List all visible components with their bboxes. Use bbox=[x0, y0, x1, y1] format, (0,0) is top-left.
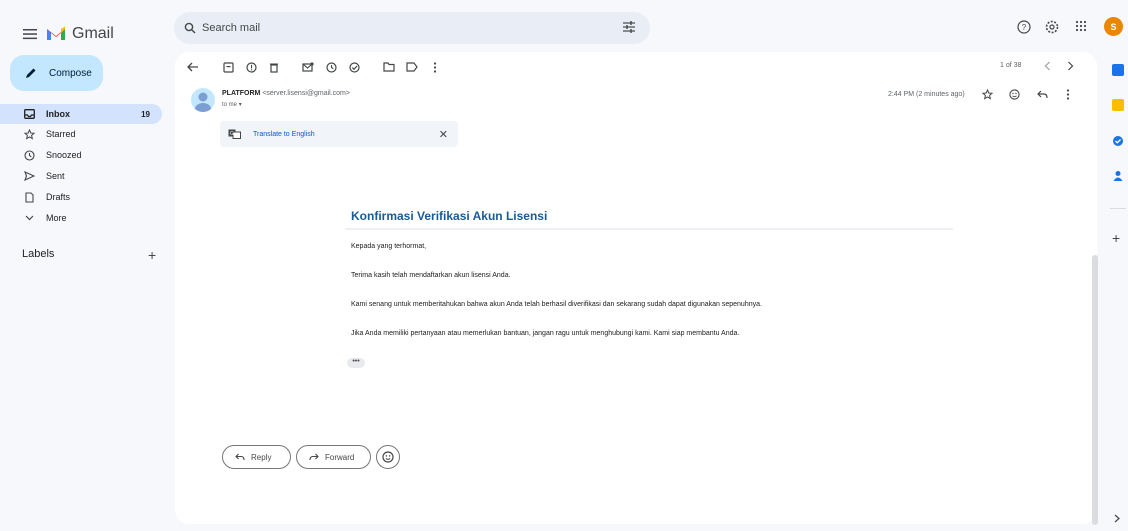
main-menu-icon[interactable] bbox=[20, 24, 40, 44]
compose-button[interactable]: Compose bbox=[10, 55, 103, 91]
email-paragraph: Kepada yang terhormat, bbox=[351, 243, 427, 250]
get-addons-plus-icon[interactable]: + bbox=[1112, 230, 1120, 246]
emoji-icon bbox=[382, 451, 394, 463]
chevron-right-icon[interactable] bbox=[1067, 61, 1074, 71]
search-icon[interactable] bbox=[184, 22, 196, 34]
label-tag-icon[interactable] bbox=[405, 60, 419, 74]
sidebar-item-label: Snoozed bbox=[46, 150, 82, 160]
inbox-icon bbox=[22, 109, 36, 119]
person-icon bbox=[195, 92, 211, 112]
contacts-icon[interactable] bbox=[1112, 170, 1124, 182]
email-paragraph: Kami senang untuk memberitahukan bahwa a… bbox=[351, 301, 762, 308]
sidebar-item-more[interactable]: More bbox=[0, 208, 162, 228]
move-to-folder-icon[interactable] bbox=[382, 60, 396, 74]
reply-icon bbox=[235, 453, 245, 461]
sender-line: PLATFORM <server.lisensi@gmail.com> bbox=[222, 90, 350, 97]
forward-icon bbox=[309, 453, 319, 461]
rail-divider bbox=[1110, 208, 1126, 209]
forward-button[interactable]: Forward bbox=[296, 445, 371, 469]
sidebar-item-label: Sent bbox=[46, 171, 65, 181]
reply-button[interactable]: Reply bbox=[222, 445, 291, 469]
reply-label: Reply bbox=[251, 452, 272, 462]
svg-text:G: G bbox=[230, 131, 234, 137]
back-arrow-icon[interactable] bbox=[186, 60, 200, 74]
add-label-icon[interactable]: + bbox=[148, 247, 156, 263]
archive-icon[interactable] bbox=[221, 60, 235, 74]
caret-down-icon: ▾ bbox=[238, 102, 242, 108]
email-paragraph: Terima kasih telah mendaftarkan akun lis… bbox=[351, 272, 511, 279]
sidebar-item-starred[interactable]: Starred bbox=[0, 124, 162, 144]
star-icon bbox=[22, 128, 36, 140]
draft-file-icon bbox=[22, 191, 36, 203]
delete-trash-icon[interactable] bbox=[267, 60, 281, 74]
clock-icon bbox=[22, 149, 36, 161]
search-input[interactable]: Search mail bbox=[202, 22, 260, 34]
chevron-down-icon bbox=[22, 215, 36, 221]
sender-email: <server.lisensi@gmail.com> bbox=[262, 90, 350, 97]
emoji-reaction-button[interactable] bbox=[376, 445, 400, 469]
close-icon[interactable]: ✕ bbox=[439, 128, 448, 141]
translate-icon: G bbox=[228, 129, 241, 139]
message-time: 2:44 PM (2 minutes ago) bbox=[888, 91, 965, 98]
app-name: Gmail bbox=[72, 25, 114, 42]
gmail-icon bbox=[47, 26, 65, 40]
account-avatar[interactable]: S bbox=[1104, 17, 1123, 36]
sender-avatar bbox=[191, 88, 215, 112]
report-spam-icon[interactable] bbox=[244, 60, 258, 74]
forward-label: Forward bbox=[325, 452, 355, 462]
recipient-label: to me bbox=[222, 102, 238, 108]
inbox-count: 19 bbox=[141, 109, 150, 119]
recipient-details[interactable]: to me ▾ bbox=[222, 101, 242, 108]
sidebar-item-label: Inbox bbox=[46, 109, 70, 119]
add-task-icon[interactable] bbox=[347, 60, 361, 74]
pagination-label: 1 of 38 bbox=[1000, 62, 1022, 69]
emoji-reaction-icon[interactable] bbox=[1009, 89, 1020, 100]
more-vert-icon[interactable] bbox=[1066, 89, 1070, 100]
send-icon bbox=[22, 171, 36, 181]
translate-link[interactable]: Translate to English bbox=[253, 131, 315, 138]
star-icon[interactable] bbox=[982, 89, 993, 100]
gmail-logo[interactable]: Gmail bbox=[46, 22, 114, 46]
keep-icon[interactable] bbox=[1112, 99, 1124, 111]
sidebar-item-snoozed[interactable]: Snoozed bbox=[0, 145, 162, 165]
reply-arrow-icon[interactable] bbox=[1037, 90, 1048, 99]
email-heading: Konfirmasi Verifikasi Akun Lisensi bbox=[351, 209, 548, 223]
help-icon[interactable]: ? bbox=[1017, 20, 1031, 34]
sidebar-item-sent[interactable]: Sent bbox=[0, 166, 162, 186]
sidebar-item-label: Drafts bbox=[46, 192, 71, 202]
sender-name[interactable]: PLATFORM bbox=[222, 90, 260, 97]
heading-divider bbox=[345, 228, 953, 230]
sidebar-item-label: Starred bbox=[46, 129, 76, 139]
sidebar-item-label: More bbox=[46, 213, 67, 223]
email-paragraph: Jika Anda memiliki pertanyaan atau memer… bbox=[351, 330, 740, 337]
more-vert-icon[interactable] bbox=[428, 60, 442, 74]
snooze-clock-icon[interactable] bbox=[324, 60, 338, 74]
expand-side-panel-icon[interactable] bbox=[1114, 514, 1120, 523]
message-scrollbar[interactable] bbox=[1092, 255, 1098, 525]
chevron-left-icon[interactable] bbox=[1044, 61, 1051, 71]
apps-grid-icon[interactable] bbox=[1075, 20, 1087, 32]
translate-bar: G Translate to English ✕ bbox=[220, 121, 458, 147]
settings-gear-icon[interactable] bbox=[1045, 20, 1059, 34]
svg-text:?: ? bbox=[1022, 23, 1027, 32]
search-options-icon[interactable] bbox=[622, 20, 636, 34]
sidebar-item-inbox[interactable]: Inbox 19 bbox=[0, 104, 162, 124]
show-trimmed-content-button[interactable]: ••• bbox=[347, 358, 365, 368]
calendar-icon[interactable] bbox=[1112, 64, 1124, 76]
search-bar[interactable]: Search mail bbox=[174, 12, 650, 44]
pencil-icon bbox=[26, 68, 36, 78]
tasks-icon[interactable] bbox=[1112, 135, 1124, 147]
sidebar-item-drafts[interactable]: Drafts bbox=[0, 187, 162, 207]
compose-label: Compose bbox=[49, 67, 92, 79]
mark-unread-icon[interactable] bbox=[301, 60, 315, 74]
labels-heading: Labels bbox=[22, 248, 55, 260]
